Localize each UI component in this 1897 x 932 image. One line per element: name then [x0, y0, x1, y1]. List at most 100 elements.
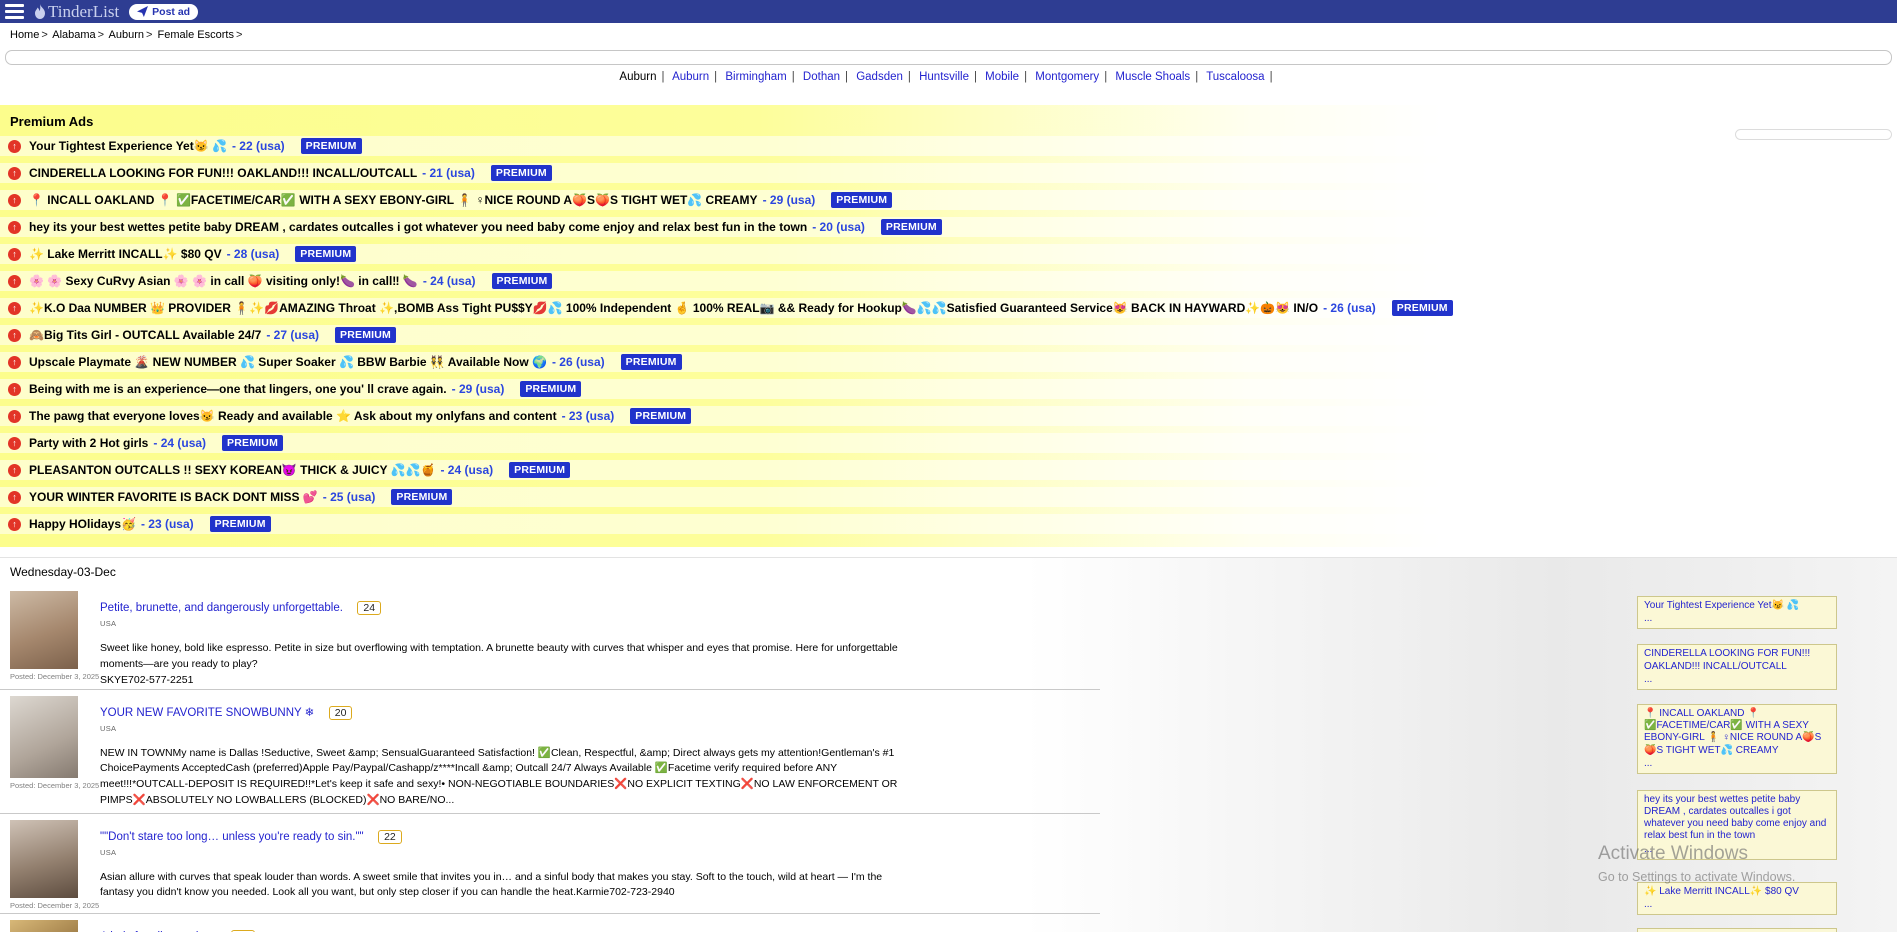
posted-date: Posted: December 3, 2025	[10, 672, 90, 681]
listing-photo-column: Posted: December 3, 2025	[0, 591, 90, 686]
premium-ad-link[interactable]: CINDERELLA LOOKING FOR FUN!!! OAKLAND!!!…	[29, 166, 417, 180]
premium-badge: PREMIUM	[630, 408, 691, 424]
sidebar-premium-list: Your Tightest Experience Yet😼 💦 ... CIND…	[1637, 596, 1837, 932]
breadcrumb-link[interactable]: Female Escorts>	[158, 29, 245, 41]
listing-content: Petite, brunette, and dangerously unforg…	[90, 591, 912, 686]
city-nav: Auburn | Auburn | Birmingham| Dothan | Gads…	[0, 71, 1897, 83]
city-link[interactable]: Muscle Shoals	[1115, 71, 1190, 83]
listing-title-line: ""Don't stare too long… unless you're re…	[100, 827, 912, 845]
premium-ad-link[interactable]: PLEASANTON OUTCALLS !! SEXY KOREAN😈 THIC…	[29, 463, 435, 477]
sidebar-ad-link[interactable]: hey its your best wettes petite baby DRE…	[1644, 794, 1826, 842]
listing-location: USA	[100, 848, 912, 857]
city-separator: |	[714, 71, 717, 83]
city-separator: |	[1104, 71, 1107, 83]
listing-title-link[interactable]: YOUR NEW FAVORITE SNOWBUNNY ❄	[100, 707, 314, 719]
listing-photo[interactable]	[10, 591, 78, 669]
listing-row: Posted: December 3, 2025 YOUR NEW FAVORI…	[0, 690, 1100, 814]
breadcrumb: Home> Alabama> Auburn> Female Escorts>	[10, 29, 1897, 41]
listing-description: NEW IN TOWNMy name is Dallas !Seductive,…	[100, 746, 912, 809]
city-link[interactable]: Tuscaloosa	[1206, 71, 1264, 83]
premium-ad-row: ↑ Party with 2 Hot girls - 24 (usa) PREM…	[0, 433, 1897, 453]
premium-ad-link[interactable]: YOUR WINTER FAVORITE IS BACK DONT MISS 💕	[29, 490, 318, 504]
premium-ad-link[interactable]: Party with 2 Hot girls	[29, 436, 148, 450]
listing-title-link[interactable]: ""Don't stare too long… unless you're re…	[100, 831, 364, 843]
post-ad-button[interactable]: Post ad	[129, 4, 198, 20]
sidebar-ad[interactable]: Your Tightest Experience Yet😼 💦 ...	[1637, 596, 1837, 629]
empty-input-box[interactable]	[1735, 129, 1892, 140]
premium-ad-age: - 27 (usa)	[266, 328, 319, 342]
bump-up-icon: ↑	[8, 464, 21, 477]
sidebar-ad-link[interactable]: ✨ Lake Merritt INCALL✨ $80 QV	[1644, 886, 1799, 897]
city-link[interactable]: Birmingham	[725, 71, 786, 83]
city-link[interactable]: Huntsville	[919, 71, 969, 83]
search-input[interactable]	[5, 50, 1892, 65]
premium-badge: PREMIUM	[295, 246, 356, 262]
sidebar-ad-link[interactable]: Your Tightest Experience Yet😼 💦	[1644, 600, 1799, 611]
sidebar-ad[interactable]	[1637, 928, 1837, 932]
premium-ad-link[interactable]: Upscale Playmate 🌋 NEW NUMBER 💦 Super So…	[29, 355, 547, 369]
paper-plane-icon	[137, 6, 148, 17]
bump-up-icon: ↑	[8, 302, 21, 315]
posted-date: Posted: December 3, 2025	[10, 901, 90, 910]
sidebar-ad[interactable]: ✨ Lake Merritt INCALL✨ $80 QV ...	[1637, 882, 1837, 915]
premium-badge: PREMIUM	[621, 354, 682, 370]
sidebar-ad[interactable]: hey its your best wettes petite baby DRE…	[1637, 790, 1837, 860]
age-badge: 20	[329, 706, 353, 720]
city-nav-item: Birmingham|	[725, 71, 799, 83]
premium-ad-age: - 21 (usa)	[422, 166, 475, 180]
city-link[interactable]: Montgomery	[1035, 71, 1099, 83]
premium-ad-age: - 29 (usa)	[763, 193, 816, 207]
breadcrumb-label: Alabama	[52, 29, 95, 41]
premium-ad-age: - 20 (usa)	[812, 220, 865, 234]
bump-up-icon: ↑	[8, 167, 21, 180]
breadcrumb-label: Auburn	[109, 29, 144, 41]
premium-ad-link[interactable]: The pawg that everyone loves😼 Ready and …	[29, 409, 557, 423]
premium-section-title: Premium Ads	[0, 107, 1897, 136]
sidebar-ad-link[interactable]: CINDERELLA LOOKING FOR FUN!!! OAKLAND!!!…	[1644, 648, 1810, 671]
city-link[interactable]: Auburn	[672, 71, 709, 83]
premium-ad-row: ↑ Being with me is an experience—one tha…	[0, 379, 1897, 399]
listing-photo[interactable]	[10, 920, 78, 932]
premium-badge: PREMIUM	[492, 273, 553, 289]
listing-content: YOUR NEW FAVORITE SNOWBUNNY ❄ 20 USA NEW…	[90, 696, 912, 810]
premium-ad-row: ↑ YOUR WINTER FAVORITE IS BACK DONT MISS…	[0, 487, 1897, 507]
city-nav-item: Auburn |	[672, 71, 722, 83]
sidebar-ad-ellipsis: ...	[1644, 899, 1830, 911]
post-ad-label: Post ad	[152, 6, 190, 18]
city-link[interactable]: Gadsden	[856, 71, 903, 83]
sidebar-ad-link[interactable]: 📍 INCALL OAKLAND 📍 ✅FACETIME/CAR✅ WITH A…	[1644, 708, 1821, 756]
breadcrumb-separator: >	[41, 29, 47, 41]
premium-ad-link[interactable]: Your Tightest Experience Yet😼 💦	[29, 139, 227, 153]
hamburger-menu-icon[interactable]	[5, 4, 24, 19]
premium-ad-link[interactable]: 🌸 🌸 Sexy CuRvy Asian 🌸 🌸 in call 🍑 visit…	[29, 274, 418, 288]
listing-title-link[interactable]: Petite, brunette, and dangerously unforg…	[100, 602, 343, 614]
sidebar-ad[interactable]: 📍 INCALL OAKLAND 📍 ✅FACETIME/CAR✅ WITH A…	[1637, 704, 1837, 774]
listing-description: Sweet like honey, bold like espresso. Pe…	[100, 641, 912, 673]
site-logo[interactable]: TinderList	[34, 2, 119, 22]
sidebar-ad[interactable]: CINDERELLA LOOKING FOR FUN!!! OAKLAND!!!…	[1637, 644, 1837, 690]
premium-ad-age: - 23 (usa)	[141, 517, 194, 531]
breadcrumb-link[interactable]: Home>	[10, 29, 50, 41]
premium-ad-age: - 25 (usa)	[323, 490, 376, 504]
breadcrumb-link[interactable]: Auburn>	[109, 29, 155, 41]
premium-ad-link[interactable]: ✨K.O Daa NUMBER 👑 PROVIDER 🧍✨💋AMAZING Th…	[29, 301, 1318, 315]
breadcrumb-link[interactable]: Alabama>	[52, 29, 106, 41]
premium-ad-link[interactable]: Being with me is an experience—one that …	[29, 382, 447, 396]
city-link[interactable]: Auburn	[619, 71, 656, 83]
listing-photo[interactable]	[10, 696, 78, 778]
city-link[interactable]: Dothan	[803, 71, 840, 83]
listing-photo[interactable]	[10, 820, 78, 898]
listing-description: Asian allure with curves that speak loud…	[100, 870, 912, 902]
sidebar-ad-ellipsis: ...	[1644, 844, 1830, 856]
premium-ad-row: ↑ The pawg that everyone loves😼 Ready an…	[0, 406, 1897, 426]
bump-up-icon: ↑	[8, 140, 21, 153]
bump-up-icon: ↑	[8, 491, 21, 504]
city-link[interactable]: Mobile	[985, 71, 1019, 83]
premium-ad-link[interactable]: ✨ Lake Merritt INCALL✨ $80 QV	[29, 247, 222, 261]
premium-ad-link[interactable]: Happy HOlidays🥳	[29, 517, 136, 531]
premium-badge: PREMIUM	[222, 435, 283, 451]
premium-ad-link[interactable]: 📍 INCALL OAKLAND 📍 ✅FACETIME/CAR✅ WITH A…	[29, 193, 758, 207]
listing-photo-column	[0, 920, 90, 932]
premium-ad-link[interactable]: 🙈Big Tits Girl - OUTCALL Available 24/7	[29, 328, 261, 342]
premium-ad-link[interactable]: hey its your best wettes petite baby DRE…	[29, 220, 807, 234]
